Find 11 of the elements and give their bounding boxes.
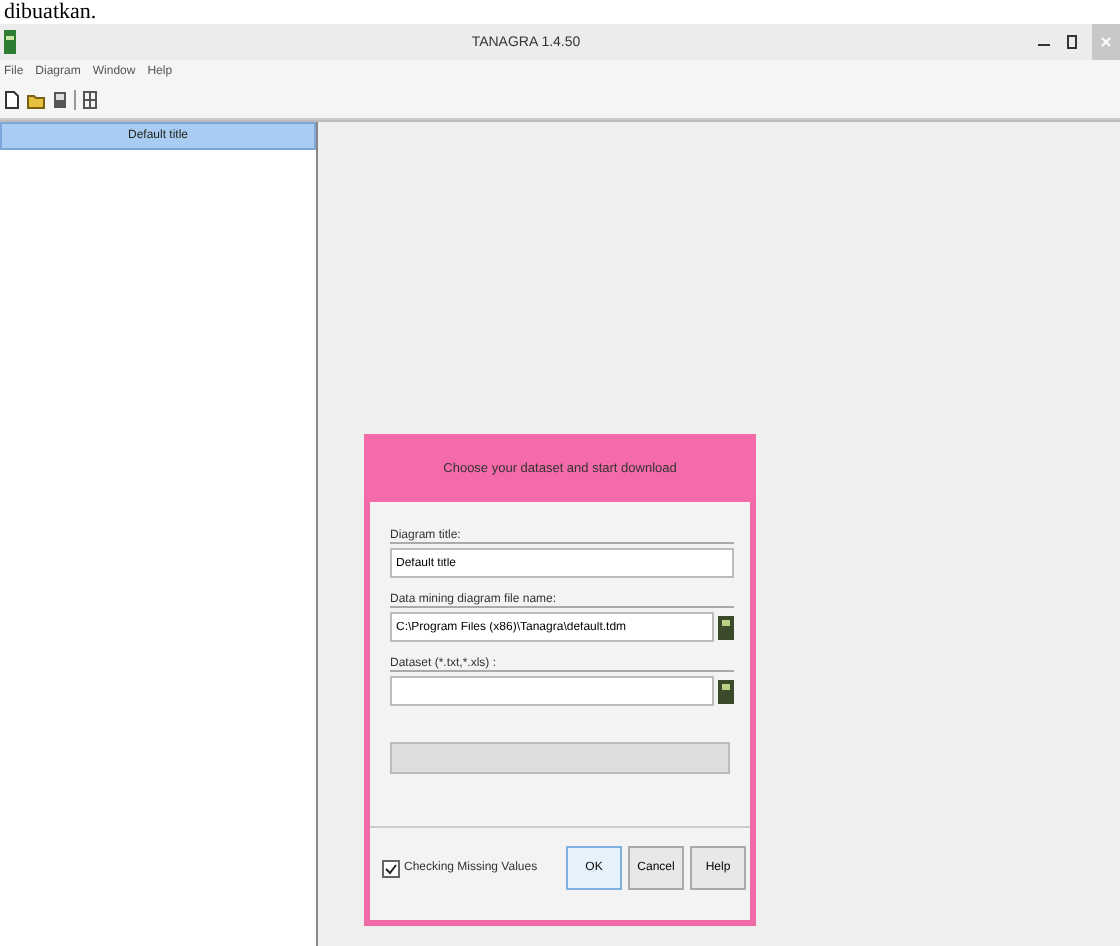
browse-icon[interactable] bbox=[718, 615, 734, 639]
maximize-icon[interactable] bbox=[1064, 32, 1080, 52]
save-icon[interactable] bbox=[52, 90, 68, 110]
caption-text: dibuatkan. bbox=[2, 0, 99, 24]
open-folder-icon[interactable] bbox=[26, 90, 46, 110]
new-file-icon[interactable] bbox=[4, 90, 20, 110]
app-icon bbox=[4, 30, 16, 54]
input-field[interactable] bbox=[390, 676, 714, 706]
grid-icon[interactable] bbox=[82, 90, 98, 110]
checkmark-icon bbox=[384, 861, 398, 875]
browse-icon[interactable] bbox=[718, 679, 734, 703]
